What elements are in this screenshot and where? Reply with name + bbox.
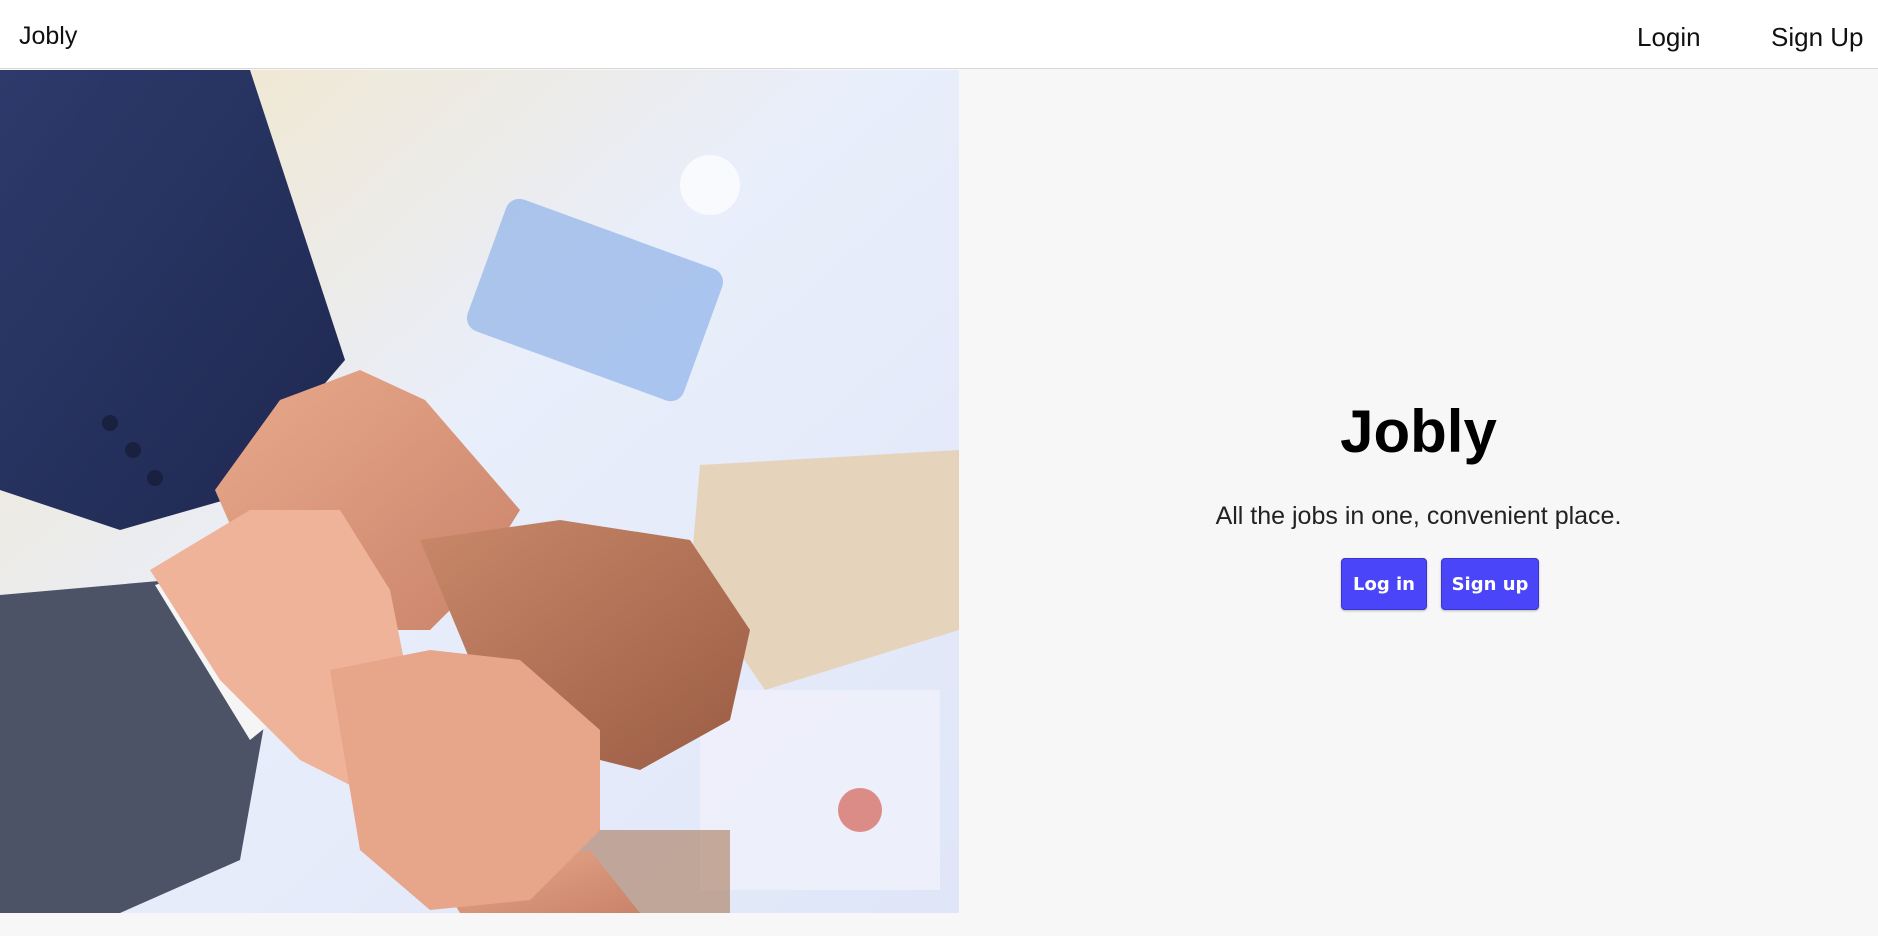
hero-tagline: All the jobs in one, convenient place.	[1215, 502, 1622, 530]
brand-link[interactable]: Jobly	[19, 22, 77, 51]
nav-signup-link[interactable]: Sign Up	[1771, 22, 1864, 53]
navbar: Jobly Login Sign Up	[0, 0, 1878, 69]
hero-panel: Jobly All the jobs in one, convenient pl…	[959, 70, 1878, 913]
nav-login-link[interactable]: Login	[1637, 22, 1701, 53]
signup-button[interactable]: Sign up	[1441, 558, 1539, 610]
login-button[interactable]: Log in	[1341, 558, 1427, 610]
hero-title: Jobly	[1340, 398, 1497, 465]
team-hands-photo	[0, 70, 959, 913]
